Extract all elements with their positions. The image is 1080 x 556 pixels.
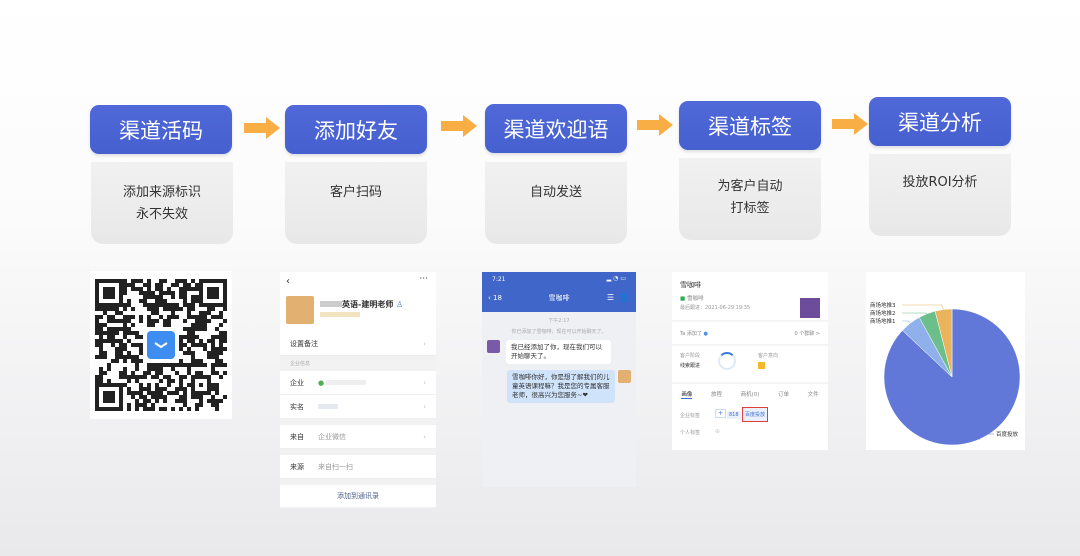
menu-icon[interactable]: ☰ <box>607 293 614 302</box>
pie-label: 商场地推2 <box>870 309 896 317</box>
desc-line: 打标签 <box>730 201 770 216</box>
arrow-right-icon <box>441 115 477 137</box>
company-row[interactable]: 企业 ● › <box>280 371 436 395</box>
last-follow: 最后跟进：2021-06-29 19:35 <box>680 305 751 311</box>
personal-tag-label: 个人标签 <box>680 430 701 436</box>
pie-label: 百度投放 <box>996 430 1019 438</box>
row-label: 实名 <box>290 402 304 411</box>
row-value: 企业微信 <box>318 432 346 441</box>
back-icon: ‹ <box>286 276 290 287</box>
row-label: 来自 <box>290 432 304 441</box>
step-5-title: 渠道分析 <box>869 97 1011 146</box>
tab-profile[interactable]: 画像 <box>681 390 693 399</box>
add-tag-button[interactable]: + <box>715 409 727 418</box>
qr-code-image <box>95 279 227 411</box>
chat-message: 雪咖啡你好，你是想了解我们的儿童英语课程嘛？我是您的专属客服老师，很高兴为您服务… <box>507 370 615 403</box>
tab-files[interactable]: 文件 <box>808 390 819 399</box>
row-label: 企业 <box>290 378 304 387</box>
system-message: 你已添加了雪咖啡，现在可以开始聊天了。 <box>511 329 607 335</box>
status-icons: ▂ ◔ ▭ <box>606 275 626 282</box>
tag-highlighted: 百度投放 <box>742 407 769 422</box>
desc-line: 添加来源标识 <box>122 185 201 200</box>
tab-journey[interactable]: 旅程 <box>711 390 722 399</box>
corp-tag-label: 企业标签 <box>680 413 701 419</box>
row-label: 设置备注 <box>290 339 318 348</box>
avatar <box>618 370 631 383</box>
stage-label: 客户阶段 <box>680 353 701 359</box>
source-row: 来源 来自扫一扫 <box>280 455 436 479</box>
customer-name: 雪咖啡 <box>680 281 701 289</box>
step-3-title: 渠道欢迎语 <box>485 104 627 153</box>
ta-added: Ta 添加了 ● <box>680 330 708 337</box>
step-2-desc: 客户扫码 <box>285 162 427 244</box>
avatar <box>286 296 314 324</box>
step-3-desc: 自动发送 <box>485 162 627 244</box>
add-friend-screenshot: ‹ ··· 英语-建明老师 ♙ 设置备注 › 企业信息 企业 ● › 实名 › 来自 企… <box>280 272 436 508</box>
desc-line: 投放ROI分析 <box>902 175 978 190</box>
progress-ring <box>718 352 736 370</box>
desc-line: 永不失效 <box>135 207 188 222</box>
chevron-right-icon: › <box>423 378 426 387</box>
desc-line: 为客户自动 <box>717 179 783 194</box>
desc-line: 自动发送 <box>529 185 582 200</box>
time-separator: 下午2:17 <box>548 318 570 324</box>
row-label: 来源 <box>290 462 304 471</box>
arrow-right-icon <box>637 114 673 136</box>
from-row[interactable]: 来自 企业微信 › <box>280 425 436 449</box>
leader-line <box>902 320 911 324</box>
contact-name: 英语-建明老师 <box>342 300 394 309</box>
add-to-contacts-button[interactable]: 添加到通讯录 <box>280 485 436 507</box>
person-icon: ♙ <box>396 300 404 309</box>
desc-line: 客户扫码 <box>329 185 382 200</box>
wechat-name: 雪咖啡 <box>686 296 704 302</box>
step-2-title: 添加好友 <box>285 105 427 154</box>
welcome-chat-screenshot: 7:21 ▂ ◔ ▭ ‹ 18 雪咖啡 ☰ 👤 下午2:17 你已添加了雪咖啡，… <box>482 272 636 487</box>
chevron-right-icon: › <box>423 432 426 441</box>
tab-orders[interactable]: 订单 <box>778 390 789 399</box>
intent-badge <box>758 362 765 369</box>
step-4-desc: 为客户自动 打标签 <box>679 158 821 240</box>
wechat-icon: ■ <box>680 296 686 302</box>
arrow-right-icon <box>244 117 280 139</box>
pie-chart-svg: 百度投放 商场地推1商场地推2商场地推3 <box>870 301 1021 446</box>
leader-line <box>902 304 944 310</box>
pie-label: 商场地推3 <box>870 301 896 309</box>
chevron-right-icon: › <box>423 339 426 348</box>
step-1-title: 渠道活码 <box>90 105 232 154</box>
customer-tag-screenshot: 雪咖啡 ■ 雪咖啡 最后跟进：2021-06-29 19:35 Ta 添加了 ●… <box>672 272 828 450</box>
chevron-right-icon: › <box>423 402 426 411</box>
stage-value: 线索跟进 <box>680 363 701 369</box>
wecom-logo-icon <box>147 331 175 359</box>
qr-code-card <box>90 271 232 419</box>
section-label: 企业信息 <box>290 361 311 367</box>
status-time: 7:21 <box>492 276 506 283</box>
person-icon[interactable]: 👤 <box>619 293 629 302</box>
groups-link[interactable]: 0 个群聊 > <box>794 330 820 337</box>
leader-line <box>902 312 928 315</box>
step-5-desc: 投放ROI分析 <box>869 154 1011 236</box>
avatar <box>487 340 500 353</box>
avatar <box>800 298 820 318</box>
remark-row[interactable]: 设置备注 › <box>280 332 436 356</box>
add-icon[interactable]: ⊕ <box>715 428 720 435</box>
step-1-desc: 添加来源标识 永不失效 <box>91 162 233 244</box>
more-icon: ··· <box>419 274 428 284</box>
pie-label: 商场地推1 <box>870 317 896 325</box>
tab-opportunity[interactable]: 商机(0) <box>741 390 760 399</box>
step-4-title: 渠道标签 <box>679 101 821 150</box>
roi-pie-chart: 百度投放 商场地推1 商场地推2 商场地推3 <box>866 272 1025 450</box>
intent-label: 客户意向 <box>758 353 779 359</box>
chat-message: 我已经添加了你，现在我们可以开始聊天了。 <box>506 340 611 364</box>
arrow-right-icon <box>832 113 868 135</box>
realname-row[interactable]: 实名 › <box>280 395 436 419</box>
tag: 818 <box>727 411 741 419</box>
row-value: 来自扫一扫 <box>318 462 353 471</box>
